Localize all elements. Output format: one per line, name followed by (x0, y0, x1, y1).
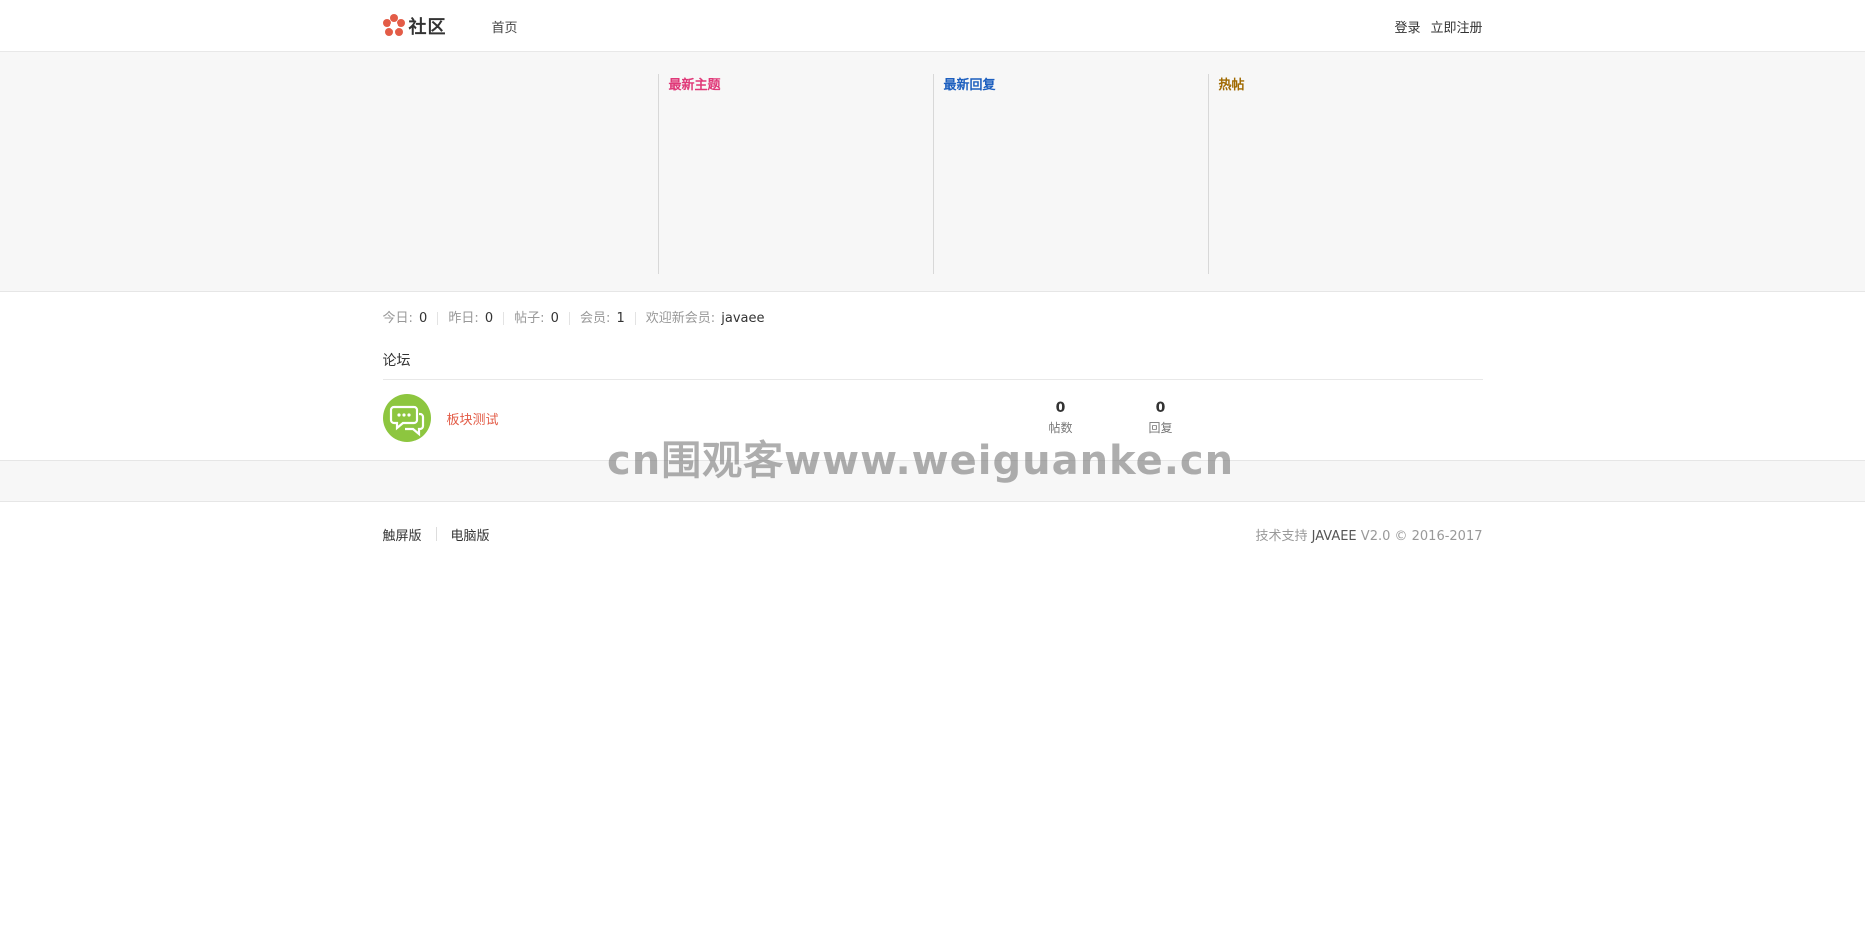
stat-members-label: 会员: (579, 310, 611, 326)
featured-panel: 最新主题 最新回复 热帖 (0, 52, 1865, 292)
latest-topics-column: 最新主题 (657, 74, 928, 274)
stat-today: 今日: 0 (382, 310, 439, 326)
stat-members-value: 1 (616, 310, 625, 326)
hot-posts-title: 热帖 (1218, 78, 1245, 93)
auth-links: 登录 立即注册 (1394, 17, 1482, 36)
nav-home-link[interactable]: 首页 (492, 17, 518, 36)
site-footer: 触屏版 电脑版 技术支持 JAVAEE V2.0 © 2016-2017 (0, 502, 1865, 566)
footer-inner: 触屏版 电脑版 技术支持 JAVAEE V2.0 © 2016-2017 (383, 502, 1483, 566)
board-reply-count-value: 0 (1155, 400, 1166, 416)
footer-links: 触屏版 电脑版 (383, 525, 490, 544)
touch-version-link[interactable]: 触屏版 (383, 525, 422, 544)
forum-section-title: 论坛 (382, 344, 1483, 380)
stat-welcome: 欢迎新会员: javaee (646, 312, 775, 325)
login-link[interactable]: 登录 (1394, 17, 1420, 36)
logo-text: 社区 (408, 17, 447, 38)
latest-topics-title: 最新主题 (668, 78, 721, 93)
pc-version-link[interactable]: 电脑版 (451, 525, 490, 544)
flower-logo-icon (382, 14, 405, 36)
tech-support-label: 技术支持 (1255, 528, 1308, 544)
stat-posts: 帖子: 0 (514, 310, 570, 326)
latest-replies-title: 最新回复 (943, 78, 996, 93)
panel-inner: 最新主题 最新回复 热帖 (383, 52, 1483, 292)
version-copyright: V2.0 © 2016-2017 (1360, 528, 1483, 544)
stat-welcome-label: 欢迎新会员: (645, 310, 716, 326)
site-stats: 今日: 0 昨日: 0 帖子: 0 会员: 1 欢迎新会员: javaee (383, 292, 1483, 344)
chat-bubbles-icon[interactable] (382, 394, 431, 442)
stat-today-label: 今日: (382, 310, 413, 326)
latest-replies-column: 最新回复 (932, 74, 1203, 274)
stat-posts-label: 帖子: (514, 310, 545, 326)
board-name-link[interactable]: 板块测试 (447, 409, 499, 428)
stat-yesterday-value: 0 (484, 310, 494, 326)
board-post-count-value: 0 (1055, 400, 1066, 416)
stat-members: 会员: 1 (579, 310, 636, 326)
footer-divider (435, 527, 437, 541)
stat-today-value: 0 (419, 310, 428, 326)
copyright: 技术支持 JAVAEE V2.0 © 2016-2017 (1255, 525, 1482, 544)
brand-link[interactable]: JAVAEE (1312, 529, 1357, 544)
stat-posts-value: 0 (550, 310, 559, 326)
watermark-text: cn围观客www.weiguanke.cn (607, 438, 1235, 484)
site-logo[interactable]: 社区 (382, 13, 447, 39)
site-header: 社区 首页 登录 立即注册 (0, 0, 1865, 52)
newest-member-link[interactable]: javaee (721, 311, 764, 326)
header-inner: 社区 首页 登录 立即注册 (382, 0, 1483, 52)
hot-posts-column: 热帖 (1207, 74, 1478, 274)
register-link[interactable]: 立即注册 (1430, 17, 1482, 36)
stat-yesterday-label: 昨日: (448, 310, 479, 326)
stat-yesterday: 昨日: 0 (448, 310, 505, 326)
